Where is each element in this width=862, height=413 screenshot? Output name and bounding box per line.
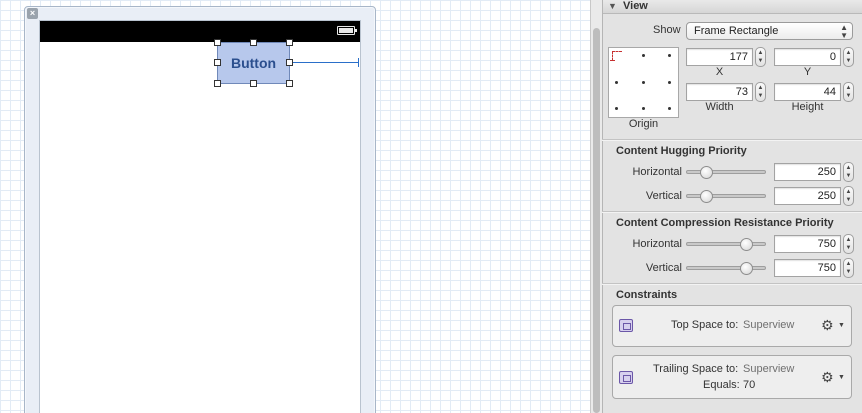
trailing-space-label: Trailing Space to:: [653, 363, 739, 375]
width-stepper[interactable]: ▲ ▼: [755, 82, 766, 102]
resize-handle-right[interactable]: [286, 59, 293, 66]
width-label: Width: [705, 101, 734, 113]
show-popup-value: Frame Rectangle: [694, 25, 779, 37]
gear-icon[interactable]: ⚙: [821, 370, 834, 384]
top-space-target: Superview: [743, 319, 795, 331]
height-label: Height: [791, 101, 824, 113]
height-stepper[interactable]: ▲ ▼: [843, 82, 854, 102]
show-popup[interactable]: Frame Rectangle ▲ ▼: [686, 22, 853, 40]
storyboard-canvas[interactable]: × Button: [0, 0, 590, 413]
hugging-vertical-field[interactable]: 250: [774, 187, 841, 205]
compression-horizontal-label: Horizontal: [632, 238, 682, 250]
trailing-space-target: Superview: [743, 363, 795, 375]
compression-vertical-stepper[interactable]: ▲ ▼: [843, 258, 854, 278]
trailing-constraint-line[interactable]: [293, 62, 359, 63]
compression-title: Content Compression Resistance Priority: [616, 217, 834, 229]
canvas-scrollbar[interactable]: [590, 0, 602, 413]
battery-icon: [337, 26, 357, 35]
show-label: Show: [653, 24, 681, 36]
button-title: Button: [230, 55, 277, 71]
origin-dot[interactable]: [668, 54, 671, 57]
origin-picker[interactable]: [608, 47, 679, 118]
compression-vertical-field[interactable]: 750: [774, 259, 841, 277]
compression-vertical-slider-knob[interactable]: [739, 262, 753, 275]
x-label: X: [715, 66, 724, 78]
canvas-scrollbar-thumb[interactable]: [593, 28, 600, 413]
hugging-vertical-slider-knob[interactable]: [699, 190, 713, 203]
hugging-horizontal-field[interactable]: 250: [774, 163, 841, 181]
popup-arrows-icon: ▲ ▼: [840, 23, 848, 40]
section-divider-highlight: [602, 284, 862, 285]
compression-vertical-slider[interactable]: [686, 266, 766, 270]
origin-dot[interactable]: [615, 81, 618, 84]
height-field[interactable]: 44: [774, 83, 841, 101]
x-stepper[interactable]: ▲ ▼: [755, 47, 766, 67]
compression-horizontal-stepper[interactable]: ▲ ▼: [843, 234, 854, 254]
close-scene-icon[interactable]: ×: [27, 8, 38, 19]
hugging-title: Content Hugging Priority: [616, 145, 747, 157]
top-space-constraint-icon: [619, 319, 633, 332]
origin-dot[interactable]: [642, 107, 645, 110]
compression-horizontal-slider-knob[interactable]: [739, 238, 753, 251]
trailing-equals-label: Equals:: [703, 379, 740, 391]
section-title: View: [623, 0, 648, 12]
trailing-space-constraint-icon: [619, 371, 633, 384]
hugging-horizontal-slider[interactable]: [686, 170, 766, 174]
origin-dot[interactable]: [668, 81, 671, 84]
top-space-label: Top Space to:: [671, 319, 739, 331]
resize-handle-bottom-left[interactable]: [214, 80, 221, 87]
hugging-vertical-slider[interactable]: [686, 194, 766, 198]
origin-label: Origin: [628, 118, 659, 130]
origin-dot[interactable]: [642, 81, 645, 84]
constraint-trailing-space[interactable]: Trailing Space to: Superview Equals: 70 …: [612, 355, 852, 399]
compression-horizontal-slider[interactable]: [686, 242, 766, 246]
disclosure-triangle-icon[interactable]: ▼: [608, 1, 617, 11]
compression-vertical-label: Vertical: [645, 262, 682, 274]
chevron-down-icon[interactable]: ▼: [838, 374, 845, 382]
origin-marker-icon: [610, 51, 622, 61]
constraint-top-space[interactable]: Top Space to: Superview ⚙ ▼: [612, 305, 852, 347]
compression-horizontal-field[interactable]: 750: [774, 235, 841, 253]
y-label: Y: [803, 66, 812, 78]
resize-handle-bottom[interactable]: [250, 80, 257, 87]
y-field[interactable]: 0: [774, 48, 841, 66]
resize-handle-top[interactable]: [250, 39, 257, 46]
resize-handle-top-left[interactable]: [214, 39, 221, 46]
hugging-horizontal-slider-knob[interactable]: [699, 166, 713, 179]
y-stepper[interactable]: ▲ ▼: [843, 47, 854, 67]
section-divider-highlight: [602, 212, 862, 213]
hugging-vertical-label: Vertical: [645, 190, 682, 202]
x-field[interactable]: 177: [686, 48, 753, 66]
status-bar: [40, 21, 360, 42]
hugging-horizontal-stepper[interactable]: ▲ ▼: [843, 162, 854, 182]
resize-handle-top-right[interactable]: [286, 39, 293, 46]
resize-handle-bottom-right[interactable]: [286, 80, 293, 87]
origin-dot[interactable]: [615, 107, 618, 110]
width-field[interactable]: 73: [686, 83, 753, 101]
section-divider-highlight: [602, 140, 862, 141]
constraints-title: Constraints: [616, 289, 678, 301]
resize-handle-left[interactable]: [214, 59, 221, 66]
hugging-vertical-stepper[interactable]: ▲ ▼: [843, 186, 854, 206]
hugging-horizontal-label: Horizontal: [632, 166, 682, 178]
trailing-equals-value: 70: [743, 379, 756, 391]
view-section-header[interactable]: ▼ View: [603, 0, 862, 14]
view-controller-view[interactable]: [39, 20, 361, 413]
trailing-constraint-cap: [358, 58, 359, 67]
chevron-down-icon[interactable]: ▼: [838, 322, 845, 330]
origin-dot[interactable]: [642, 54, 645, 57]
gear-icon[interactable]: ⚙: [821, 318, 834, 332]
origin-dot[interactable]: [668, 107, 671, 110]
selected-button[interactable]: Button: [217, 42, 290, 84]
